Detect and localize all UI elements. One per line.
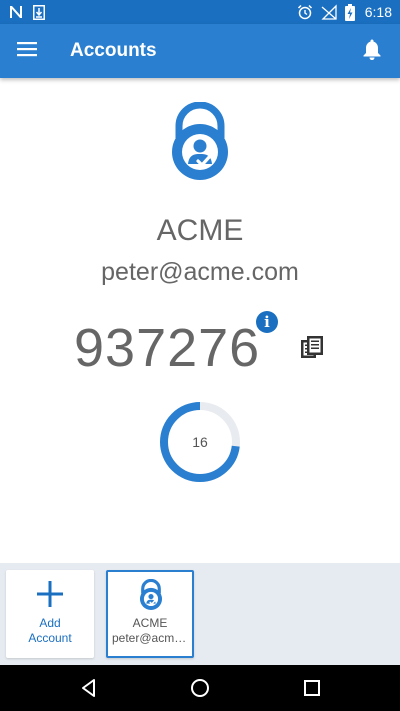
status-left-icons [9, 4, 45, 20]
copy-icon[interactable] [299, 334, 325, 360]
account-card-acme[interactable]: ACME peter@acme.com [106, 570, 194, 658]
app-screen: 6:18 Accounts ACME peter@acme.com 937276… [0, 0, 400, 711]
otp-code[interactable]: 937276 [74, 316, 260, 380]
account-detail: ACME peter@acme.com 937276 i 16 [0, 78, 400, 563]
back-icon[interactable] [78, 677, 100, 699]
status-right-icons: 6:18 [297, 3, 392, 21]
lock-icon [138, 578, 164, 611]
menu-button[interactable] [14, 38, 40, 64]
account-lock-icon [167, 101, 233, 182]
app-bar: Accounts [0, 24, 400, 78]
status-time: 6:18 [364, 4, 392, 20]
add-label-line1: Add [39, 616, 61, 630]
card-issuer: ACME [132, 616, 168, 630]
account-tray: Add Account ACME peter@acme.com [0, 563, 400, 665]
recents-icon[interactable] [301, 677, 323, 699]
plus-icon [36, 580, 64, 608]
battery-charging-icon [344, 3, 355, 21]
alarm-icon [297, 4, 313, 20]
hamburger-menu-icon [17, 41, 37, 62]
bell-icon [360, 37, 384, 66]
notifications-button[interactable] [358, 37, 386, 65]
account-issuer: ACME [156, 214, 244, 247]
card-email: peter@acme.com [112, 631, 188, 645]
system-nav-bar [0, 665, 400, 711]
page-title: Accounts [70, 40, 157, 61]
add-account-label: Add Account [6, 616, 94, 646]
info-icon[interactable]: i [256, 311, 278, 333]
countdown-timer: 16 [158, 400, 242, 484]
countdown-seconds: 16 [192, 434, 208, 450]
add-label-line2: Account [28, 631, 72, 645]
account-email: peter@acme.com [101, 258, 299, 286]
download-notification-icon [33, 4, 45, 20]
no-signal-icon [321, 4, 337, 20]
add-account-button[interactable]: Add Account [6, 570, 94, 658]
nfc-n-icon [9, 5, 23, 19]
home-icon[interactable] [189, 677, 211, 699]
status-bar: 6:18 [0, 0, 400, 24]
